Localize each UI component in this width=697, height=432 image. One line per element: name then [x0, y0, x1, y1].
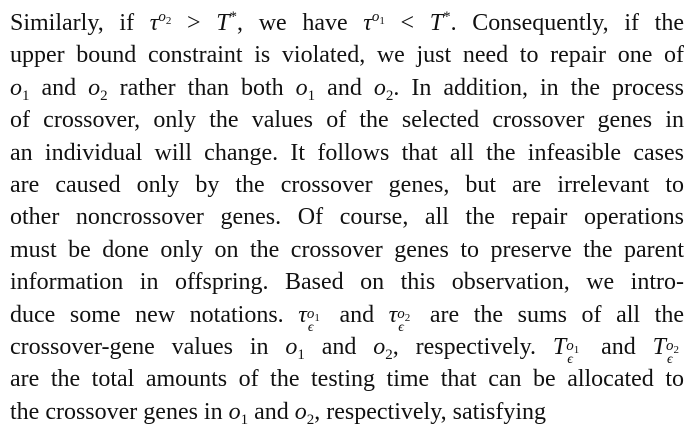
text-span: and: [248, 398, 295, 425]
text-span: . In addition, in the process: [393, 74, 684, 101]
text-line-13: the crossover genes in o1 and o2, respec…: [10, 396, 684, 428]
text-span: Similarly, if: [10, 10, 150, 36]
text-line-9: information in offspring. Based on this …: [10, 269, 684, 296]
math-star: *: [443, 9, 451, 25]
text-span: duce some new notations.: [10, 301, 299, 328]
text-span: the crossover genes in: [10, 398, 229, 425]
text-line-2: upper bound constraint is violated, we j…: [10, 42, 684, 69]
text-span: , respectively.: [392, 333, 553, 360]
math-T: T: [552, 333, 567, 360]
text-line-8: must be done only on the crossover genes…: [10, 236, 684, 263]
text-span: , we have: [237, 10, 364, 36]
text-line-3: o1 and o2 rather than both o1 and o2. In…: [10, 72, 684, 104]
math-subscript: 2: [100, 87, 108, 104]
text-span: , respectively, satisfying: [314, 398, 546, 425]
paper-page: Similarly, if τo2 > T*, we have τo1 < T*…: [0, 0, 697, 432]
math-operator: <: [384, 10, 430, 36]
math-tau: τ: [363, 10, 372, 36]
math-tau: τ: [388, 301, 398, 328]
math-T: T: [652, 333, 666, 360]
math-subscript: 2: [385, 346, 393, 363]
math-o: o: [373, 333, 386, 360]
math-superscript: o2: [158, 9, 172, 27]
math-o: o: [228, 398, 241, 425]
math-operator: >: [171, 10, 217, 36]
text-span: . Consequently, if the: [450, 10, 684, 36]
text-span: and: [29, 74, 89, 101]
text-span: rather than both: [107, 74, 296, 101]
math-T: T: [429, 10, 444, 36]
text-line-1: Similarly, if τo2 > T*, we have τo1 < T*…: [10, 7, 684, 39]
math-o: o: [295, 74, 308, 101]
text-line-12: are the total amounts of the testing tim…: [10, 366, 684, 393]
text-line-6: are caused only by the crossover genes, …: [10, 171, 684, 198]
math-o: o: [285, 333, 298, 360]
text-line-4: of crossover, only the values of the sel…: [10, 107, 684, 134]
text-line-7: other noncrossover genes. Of course, all…: [10, 204, 684, 231]
text-span: crossover-gene values in: [10, 333, 286, 360]
text-span: and: [584, 333, 653, 360]
math-subscript: 1: [240, 411, 249, 428]
math-star: *: [229, 9, 238, 25]
math-o: o: [10, 74, 22, 101]
text-line-11: crossover-gene values in o1 and o2, resp…: [10, 333, 679, 367]
text-line-10: duce some new notations. τ o1 ϵ and τ o2 ϵ a…: [10, 301, 684, 335]
math-o: o: [373, 74, 386, 101]
math-subscript: 1: [22, 87, 30, 104]
math-o: o: [294, 398, 307, 425]
text-span: are the sums of all the: [415, 301, 684, 328]
text-span: and: [315, 74, 374, 101]
math-tau: τ: [298, 301, 307, 328]
math-superscript: o1: [371, 9, 385, 27]
text-span: and: [304, 333, 374, 360]
math-T: T: [216, 10, 230, 36]
math-subscript: 1: [297, 346, 305, 363]
text-span: and: [324, 301, 389, 328]
text-line-5: an individual will change. It follows th…: [10, 139, 684, 166]
math-o: o: [88, 74, 101, 101]
